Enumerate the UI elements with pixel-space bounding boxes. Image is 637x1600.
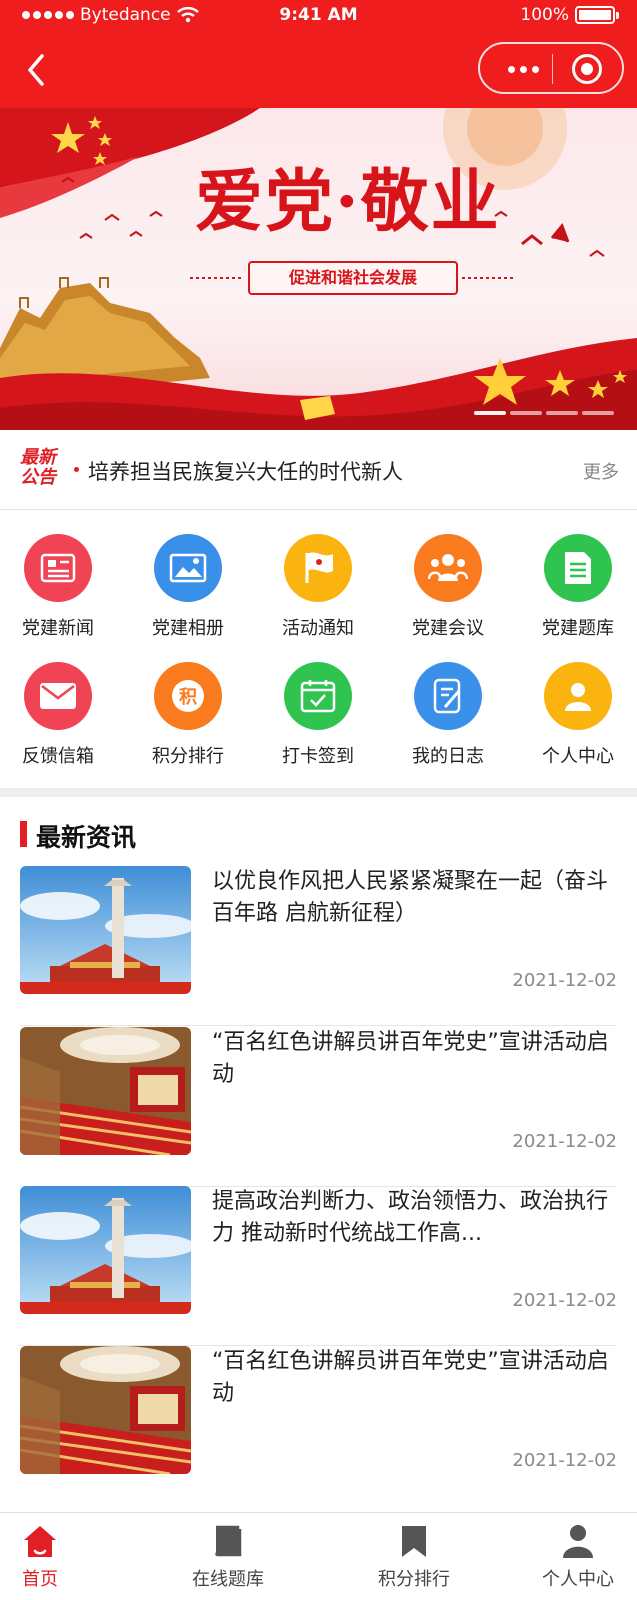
section-divider	[0, 788, 637, 797]
grid-item-party-album[interactable]: 党建相册	[128, 528, 248, 648]
newspaper-icon	[24, 534, 92, 602]
notebook-icon	[414, 662, 482, 730]
top-header: Bytedance 9:41 AM 100%	[0, 0, 637, 108]
grid-item-my-log[interactable]: 我的日志	[388, 656, 508, 776]
banner-title: 爱党·敬业	[195, 162, 501, 242]
news-thumbnail	[20, 1346, 191, 1474]
news-title[interactable]: 提高政治判断力、政治领悟力、政治执行力 推动新时代统战工作高...	[212, 1186, 617, 1250]
news-date: 2021-12-02	[512, 1131, 617, 1152]
mail-icon	[24, 662, 92, 730]
battery-percent: 100%	[520, 5, 569, 25]
grid-label: 打卡签到	[282, 746, 354, 767]
party-flag-icon	[284, 534, 352, 602]
news-title[interactable]: “百名红色讲解员讲百年党史”宣讲活动启动	[212, 1346, 617, 1410]
grid-label: 党建会议	[412, 618, 484, 639]
pager-dot[interactable]	[510, 411, 542, 415]
status-right: 100%	[520, 5, 619, 25]
news-date: 2021-12-02	[512, 1450, 617, 1471]
grid-item-feedback-mailbox[interactable]: 反馈信箱	[0, 656, 118, 776]
slogan-right-line	[462, 277, 516, 279]
grid-label: 党建新闻	[22, 618, 94, 639]
status-bar: Bytedance 9:41 AM 100%	[0, 0, 637, 32]
news-section-title: 最新资讯	[36, 823, 137, 852]
news-item[interactable]: “百名红色讲解员讲百年党史”宣讲活动启动 2021-12-02	[20, 1027, 617, 1187]
pager-dot[interactable]	[546, 411, 578, 415]
news-title[interactable]: 以优良作风把人民紧紧凝聚在一起（奋斗百年路 启航新征程）	[212, 866, 617, 930]
calendar-check-icon	[284, 662, 352, 730]
points-icon: 积	[154, 662, 222, 730]
grid-label: 反馈信箱	[22, 746, 94, 767]
document-icon	[544, 534, 612, 602]
banner-pager	[474, 411, 614, 415]
bookmark-icon	[402, 1526, 426, 1557]
grid-label: 我的日志	[412, 746, 484, 767]
person-icon	[563, 1525, 593, 1558]
section-accent-bar	[20, 821, 27, 847]
notice-more-link[interactable]: 更多	[583, 458, 619, 484]
tab-personal-center[interactable]: 个人中心	[518, 1513, 637, 1600]
slogan-left-line	[190, 277, 244, 279]
grid-label: 党建相册	[152, 618, 224, 639]
bottom-tab-bar: 首页 在线题库 积分排行 个人中心	[0, 1512, 637, 1600]
tab-label: 首页	[22, 1569, 58, 1590]
grid-item-check-in[interactable]: 打卡签到	[258, 656, 378, 776]
user-icon	[544, 662, 612, 730]
svg-text:积: 积	[179, 687, 197, 708]
more-dots-icon[interactable]	[498, 56, 548, 82]
grid-label: 党建题库	[542, 618, 614, 639]
news-thumbnail	[20, 1186, 191, 1314]
grid-item-activity-notice[interactable]: 活动通知	[258, 528, 378, 648]
tab-label: 在线题库	[192, 1569, 264, 1590]
grid-item-question-bank[interactable]: 党建题库	[518, 528, 637, 648]
notice-badge: 最新公告	[20, 447, 56, 488]
banner-carousel[interactable]: 爱党·敬业 促进和谐社会发展	[0, 108, 637, 430]
news-item[interactable]: 以优良作风把人民紧紧凝聚在一起（奋斗百年路 启航新征程） 2021-12-02	[20, 866, 617, 1026]
grid-item-points-ranking[interactable]: 积 积分排行	[128, 656, 248, 776]
grid-item-party-news[interactable]: 党建新闻	[0, 528, 118, 648]
notice-dot	[74, 467, 79, 472]
tab-home[interactable]: 首页	[0, 1513, 100, 1600]
grid-label: 积分排行	[152, 746, 224, 767]
news-thumbnail	[20, 866, 191, 994]
grid-item-personal-center[interactable]: 个人中心	[518, 656, 637, 776]
pager-dot[interactable]	[582, 411, 614, 415]
mini-program-capsule	[478, 42, 624, 94]
news-title[interactable]: “百名红色讲解员讲百年党史”宣讲活动启动	[212, 1027, 617, 1091]
feature-grid: 党建新闻 党建相册 活动通知 党建会议 党建题库 反馈信箱 积 积分排行 打卡签…	[0, 528, 637, 778]
chevron-left-icon[interactable]	[20, 50, 56, 90]
news-item[interactable]: “百名红色讲解员讲百年党史”宣讲活动启动 2021-12-02	[20, 1346, 617, 1506]
grid-label: 个人中心	[542, 746, 614, 767]
notice-text[interactable]: 培养担当民族复兴大任的时代新人	[88, 456, 403, 486]
book-icon	[215, 1525, 242, 1557]
notice-bar[interactable]: 最新公告 培养担当民族复兴大任的时代新人 更多	[0, 430, 637, 510]
tab-points-ranking[interactable]: 积分排行	[354, 1513, 474, 1600]
home-icon	[24, 1526, 56, 1557]
pager-dot[interactable]	[474, 411, 506, 415]
tab-label: 个人中心	[542, 1569, 614, 1590]
capsule-divider	[552, 54, 553, 84]
tab-label: 积分排行	[378, 1569, 450, 1590]
grid-item-party-meeting[interactable]: 党建会议	[388, 528, 508, 648]
news-date: 2021-12-02	[512, 970, 617, 991]
target-close-icon[interactable]	[572, 54, 602, 84]
news-item[interactable]: 提高政治判断力、政治领悟力、政治执行力 推动新时代统战工作高... 2021-1…	[20, 1186, 617, 1346]
banner-slogan: 促进和谐社会发展	[248, 261, 458, 295]
photo-album-icon	[154, 534, 222, 602]
news-date: 2021-12-02	[512, 1290, 617, 1311]
news-thumbnail	[20, 1027, 191, 1155]
tab-question-bank[interactable]: 在线题库	[168, 1513, 288, 1600]
grid-label: 活动通知	[282, 618, 354, 639]
meeting-icon	[414, 534, 482, 602]
battery-icon	[575, 6, 619, 24]
